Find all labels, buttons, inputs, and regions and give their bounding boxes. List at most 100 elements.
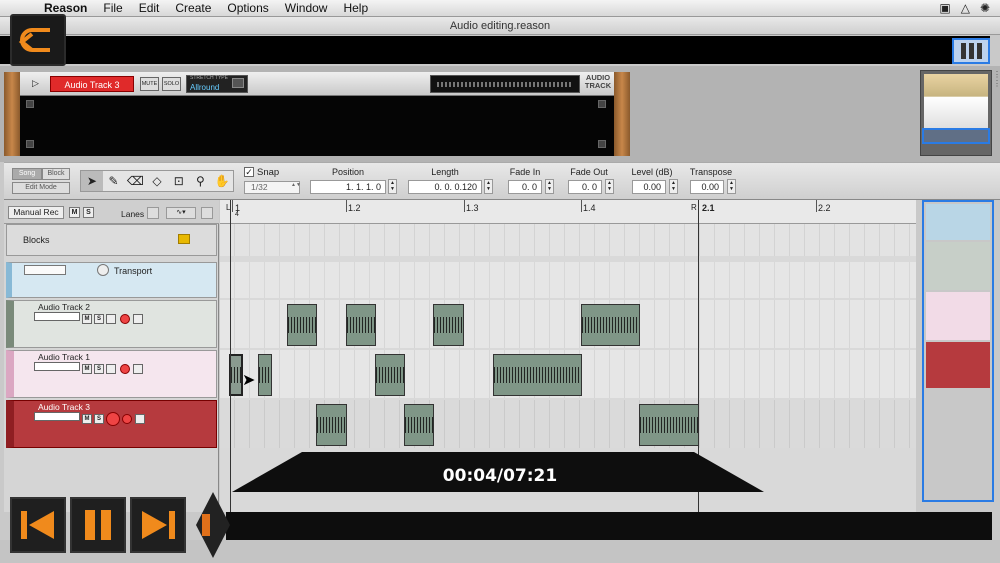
select-arrow-icon[interactable]: ➤ <box>81 171 103 191</box>
menu-create[interactable]: Create <box>175 1 211 15</box>
mute-tool-icon[interactable]: ⊡ <box>168 171 190 191</box>
position-field[interactable]: 1. 1. 1. 0 <box>310 180 386 194</box>
lanes-dropdown[interactable]: ∿▾ <box>166 207 196 219</box>
transpose-label: Transpose <box>689 167 733 177</box>
audio-clip-selected[interactable] <box>229 354 243 396</box>
audio-clip[interactable] <box>287 304 317 346</box>
rack-navigator-selection[interactable] <box>922 128 990 144</box>
stretch-dropdown-icon[interactable] <box>232 78 244 88</box>
menu-edit[interactable]: Edit <box>139 1 160 15</box>
track-mute-button[interactable]: M <box>82 314 92 324</box>
level-stepper[interactable]: ▲ ▼ <box>669 179 678 194</box>
eraser-icon[interactable]: ⌫ <box>124 171 146 191</box>
track-lane-icon[interactable] <box>135 414 145 424</box>
track-name-display[interactable]: Audio Track 3 <box>50 76 134 92</box>
timeline-ruler[interactable] <box>220 200 916 224</box>
menu-window[interactable]: Window <box>285 1 328 15</box>
pause-button[interactable] <box>70 497 126 553</box>
screw-icon <box>26 140 34 148</box>
record-enable-icon[interactable] <box>122 414 132 424</box>
master-solo-button[interactable]: S <box>83 207 94 218</box>
track-mute-button[interactable]: M <box>82 364 92 374</box>
blocks-lane[interactable] <box>220 224 916 256</box>
length-stepper[interactable]: ▲ ▼ <box>484 179 493 194</box>
track-monitor-icon[interactable] <box>106 364 116 374</box>
audio-clip[interactable] <box>639 404 699 446</box>
transport-icon <box>97 264 109 276</box>
level-field[interactable]: 0.00 <box>632 180 666 194</box>
menu-file[interactable]: File <box>103 1 122 15</box>
edit-mode-button[interactable]: Edit Mode <box>12 182 70 194</box>
audio-clip[interactable] <box>433 304 464 346</box>
video-seek-bar[interactable] <box>226 512 992 540</box>
pencil-icon[interactable]: ✎ <box>103 171 125 191</box>
track-lane-icon[interactable] <box>133 314 143 324</box>
camera-icon[interactable]: ▣ <box>939 1 950 15</box>
hand-icon[interactable]: ✋ <box>211 171 233 191</box>
track-mute-button[interactable]: M <box>82 414 92 424</box>
audio-clip[interactable] <box>404 404 434 446</box>
menu-app[interactable]: Reason <box>44 1 87 15</box>
skip-back-button[interactable] <box>10 497 66 553</box>
fade-out-field[interactable]: 0. 0 <box>568 180 602 194</box>
lanes-close-button[interactable] <box>201 207 213 219</box>
track-name: Audio Track 2 <box>38 302 90 312</box>
track-name: Audio Track 1 <box>38 352 90 362</box>
snap-value-select[interactable]: 1/32 <box>244 181 300 194</box>
audio-track-1[interactable]: Audio Track 1 M S <box>6 350 217 398</box>
track-device-icon <box>34 362 80 371</box>
seek-knob[interactable] <box>196 492 230 558</box>
audio-clip[interactable] <box>581 304 640 346</box>
song-mode-button[interactable]: Song <box>12 168 42 180</box>
column-bar-icon <box>976 43 982 59</box>
rack-side-controls[interactable]: ⋮ ⋮ <box>993 70 1000 120</box>
position-stepper[interactable]: ▲ ▼ <box>388 179 397 194</box>
record-enable-icon[interactable] <box>120 364 130 374</box>
transpose-stepper[interactable]: ▲ ▼ <box>727 179 736 194</box>
audio-track-3[interactable]: Audio Track 3 M S <box>6 400 217 448</box>
snap-checkbox[interactable]: ✓ <box>244 167 254 177</box>
column-bar-icon <box>960 43 966 59</box>
menu-options[interactable]: Options <box>227 1 268 15</box>
lanes-button[interactable] <box>147 207 159 219</box>
magnify-icon[interactable]: ⚲ <box>190 171 212 191</box>
brightness-icon[interactable]: ✺ <box>980 1 990 15</box>
sequencer-navigator[interactable] <box>922 200 994 502</box>
menu-help[interactable]: Help <box>343 1 368 15</box>
audio-track-2-lane[interactable] <box>220 300 916 348</box>
track-solo-button[interactable]: S <box>94 414 104 424</box>
razor-icon[interactable]: ◇ <box>146 171 168 191</box>
nav-track-2-region <box>926 242 990 290</box>
right-locator-marker[interactable]: R <box>691 203 697 212</box>
record-arm-icon[interactable] <box>106 412 120 426</box>
transpose-field[interactable]: 0.00 <box>690 180 724 194</box>
fade-out-stepper[interactable]: ▲ ▼ <box>605 179 614 194</box>
rack-mute-button[interactable]: MUTE <box>140 77 159 91</box>
audio-clip[interactable] <box>346 304 376 346</box>
track-solo-button[interactable]: S <box>94 314 104 324</box>
audio-clip[interactable] <box>258 354 272 396</box>
back-button[interactable] <box>10 14 66 66</box>
audio-clip[interactable] <box>375 354 405 396</box>
master-mute-button[interactable]: M <box>69 207 80 218</box>
fade-in-stepper[interactable]: ▲ ▼ <box>545 179 554 194</box>
audio-track-2[interactable]: Audio Track 2 M S <box>6 300 217 348</box>
track-lane-icon[interactable] <box>133 364 143 374</box>
audio-clip[interactable] <box>493 354 582 396</box>
track-monitor-icon[interactable] <box>106 314 116 324</box>
fade-in-field[interactable]: 0. 0 <box>508 180 542 194</box>
skip-forward-button[interactable] <box>130 497 186 553</box>
video-timecode: 00:04/07:21 <box>442 466 558 486</box>
rack-solo-button[interactable]: SOLO <box>162 77 181 91</box>
rack-columns-button[interactable] <box>952 38 990 64</box>
record-enable-icon[interactable] <box>120 314 130 324</box>
length-field[interactable]: 0. 0. 0.120 <box>408 180 482 194</box>
audio-clip[interactable] <box>316 404 347 446</box>
block-mode-button[interactable]: Block <box>42 168 70 180</box>
fold-arrow-icon[interactable]: ▷ <box>32 78 39 89</box>
transport-lane[interactable] <box>220 262 916 298</box>
track-solo-button[interactable]: S <box>94 364 104 374</box>
delta-icon[interactable]: △ <box>961 1 970 15</box>
blocks-icon[interactable] <box>178 234 190 244</box>
manual-rec-button[interactable]: Manual Rec <box>8 206 64 219</box>
